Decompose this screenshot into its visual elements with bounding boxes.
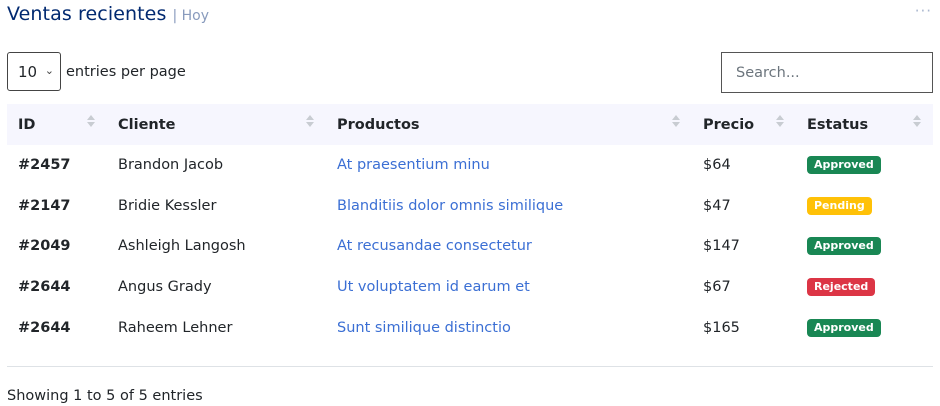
entries-per-page-select[interactable]: 10 ⌄ — [7, 52, 61, 91]
customer-name: Bridie Kessler — [118, 197, 217, 214]
column-header-precio[interactable]: Precio — [692, 104, 796, 145]
sales-table: ID Cliente Productos Precio Estatus #245… — [7, 104, 933, 348]
order-id: #2049 — [18, 238, 71, 255]
order-id: #2457 — [18, 157, 71, 174]
price: $165 — [703, 319, 740, 336]
status-badge: Approved — [807, 156, 881, 175]
sort-icon — [672, 115, 680, 127]
status-badge: Approved — [807, 237, 881, 256]
more-options-icon[interactable]: ··· — [915, 2, 932, 20]
sort-icon — [87, 115, 95, 127]
card-header: Ventas recientes | Hoy — [7, 3, 209, 29]
table-header-row: ID Cliente Productos Precio Estatus — [7, 104, 933, 145]
table-row: #2644 Raheem Lehner Sunt similique disti… — [7, 307, 933, 348]
price: $64 — [703, 157, 731, 174]
table-row: #2147 Bridie Kessler Blanditiis dolor om… — [7, 186, 933, 227]
column-header-estatus[interactable]: Estatus — [796, 104, 933, 145]
price: $147 — [703, 238, 740, 255]
price: $47 — [703, 197, 731, 214]
status-badge: Pending — [807, 196, 872, 215]
order-id: #2644 — [18, 279, 71, 296]
table-row: #2644 Angus Grady Ut voluptatem id earum… — [7, 267, 933, 308]
price: $67 — [703, 279, 731, 296]
status-badge: Rejected — [807, 278, 876, 297]
chevron-down-icon: ⌄ — [44, 64, 54, 77]
column-header-id[interactable]: ID — [7, 104, 107, 145]
product-link[interactable]: At praesentium minu — [337, 157, 490, 173]
customer-name: Angus Grady — [118, 279, 212, 296]
sort-icon — [776, 115, 784, 127]
customer-name: Ashleigh Langosh — [118, 238, 246, 255]
table-row: #2457 Brandon Jacob At praesentium minu … — [7, 145, 933, 186]
product-link[interactable]: At recusandae consectetur — [337, 238, 532, 254]
entries-per-page-label: entries per page — [66, 63, 186, 80]
customer-name: Brandon Jacob — [118, 157, 224, 174]
entries-per-page-value: 10 — [18, 62, 38, 81]
card-filter-label: | Hoy — [172, 8, 210, 24]
product-link[interactable]: Blanditiis dolor omnis similique — [337, 198, 563, 214]
sort-icon — [306, 115, 314, 127]
order-id: #2644 — [18, 319, 71, 336]
table-row: #2049 Ashleigh Langosh At recusandae con… — [7, 226, 933, 267]
column-header-cliente[interactable]: Cliente — [107, 104, 326, 145]
entries-length-control: 10 ⌄ entries per page — [7, 52, 186, 91]
product-link[interactable]: Ut voluptatem id earum et — [337, 279, 530, 295]
product-link[interactable]: Sunt similique distinctio — [337, 320, 511, 336]
card-title: Ventas recientes — [7, 3, 167, 25]
sort-icon — [913, 115, 921, 127]
order-id: #2147 — [18, 197, 71, 214]
column-header-productos[interactable]: Productos — [326, 104, 692, 145]
status-badge: Approved — [807, 318, 881, 337]
search-input[interactable] — [721, 52, 933, 93]
customer-name: Raheem Lehner — [118, 319, 233, 336]
table-info: Showing 1 to 5 of 5 entries — [7, 388, 203, 404]
table-divider — [7, 366, 933, 367]
